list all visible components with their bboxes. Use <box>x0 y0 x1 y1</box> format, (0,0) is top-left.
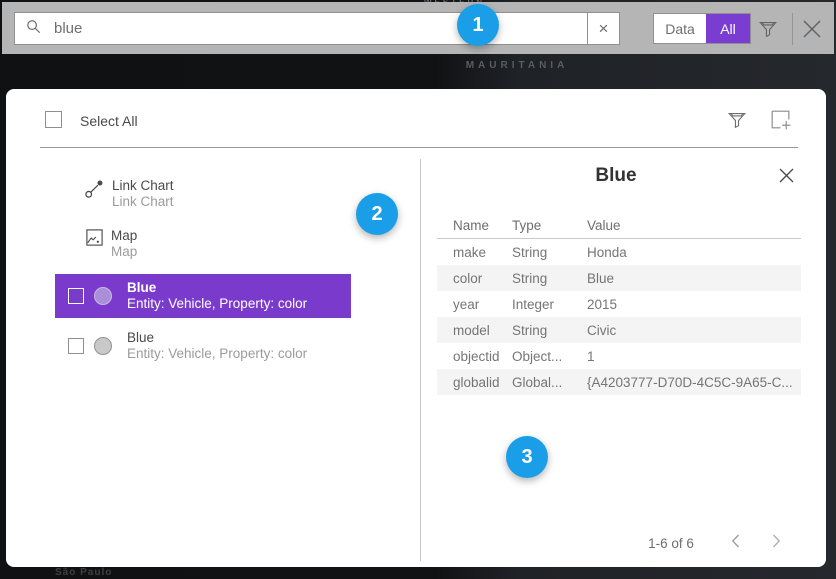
table-row: make String Honda <box>437 239 801 265</box>
result-item-blue[interactable]: Blue Entity: Vehicle, Property: color <box>55 324 351 368</box>
result-title: Blue <box>127 280 307 296</box>
map-label-mauritania: MAURITANIA <box>447 60 587 71</box>
result-subtitle: Link Chart <box>112 194 174 210</box>
table-row: color String Blue <box>437 265 801 291</box>
select-all-label: Select All <box>80 113 138 129</box>
chevron-left-icon[interactable] <box>731 534 740 553</box>
entity-dot-icon <box>94 337 112 355</box>
callout-number: 3 <box>521 446 532 469</box>
cell-name: color <box>437 271 512 286</box>
cell-type: String <box>512 323 587 338</box>
callout-badge-3: 3 <box>506 436 548 478</box>
scope-option-data[interactable]: Data <box>654 14 706 43</box>
result-item-blue-selected[interactable]: Blue Entity: Vehicle, Property: color <box>55 274 351 318</box>
cell-type: String <box>512 271 587 286</box>
result-checkbox[interactable] <box>68 338 84 354</box>
cell-type: Global... <box>512 375 587 390</box>
search-scope-toggle: Data All <box>653 13 751 44</box>
table-row: year Integer 2015 <box>437 291 801 317</box>
cell-value: Honda <box>587 245 801 260</box>
panel-header-divider <box>40 147 798 148</box>
callout-badge-2: 2 <box>356 193 398 235</box>
cell-name: objectid <box>437 349 512 364</box>
search-results-panel: Select All Link Chart Link Chart Map <box>6 89 826 567</box>
toolbar-divider <box>792 13 793 45</box>
cell-type: Object... <box>512 349 587 364</box>
map-icon <box>85 228 104 260</box>
result-subtitle: Entity: Vehicle, Property: color <box>127 346 307 362</box>
cell-name: year <box>437 297 512 312</box>
table-header-row: Name Type Value <box>437 212 801 239</box>
link-chart-icon <box>84 178 105 210</box>
callout-badge-1: 1 <box>457 4 499 46</box>
result-subtitle: Entity: Vehicle, Property: color <box>127 296 307 312</box>
callout-number: 1 <box>472 14 483 37</box>
column-header-name: Name <box>437 218 512 233</box>
cell-value: Civic <box>587 323 801 338</box>
chevron-right-icon[interactable] <box>772 534 781 553</box>
column-header-type: Type <box>512 218 587 233</box>
result-checkbox[interactable] <box>68 288 84 304</box>
callout-number: 2 <box>371 203 382 226</box>
results-filter-icon[interactable] <box>726 109 748 136</box>
clear-icon: × <box>599 19 609 39</box>
cell-value: 1 <box>587 349 801 364</box>
clear-search-button[interactable]: × <box>588 12 620 45</box>
cell-value: 2015 <box>587 297 801 312</box>
cell-name: model <box>437 323 512 338</box>
search-toolbar: × Data All <box>2 2 834 54</box>
cell-value: Blue <box>587 271 801 286</box>
detail-divider <box>420 159 421 561</box>
search-icon <box>26 19 41 39</box>
result-title: Link Chart <box>112 178 174 194</box>
detail-title: Blue <box>420 165 812 187</box>
result-title: Blue <box>127 330 307 346</box>
cell-type: String <box>512 245 587 260</box>
search-overlay-screen: WESTERN MAURITANIA São Paulo × Data All … <box>0 0 836 579</box>
result-item-link-chart[interactable]: Link Chart Link Chart <box>84 178 174 210</box>
cell-name: make <box>437 245 512 260</box>
column-header-value: Value <box>587 218 801 233</box>
entity-dot-icon <box>94 287 112 305</box>
result-title: Map <box>111 228 137 244</box>
attribute-table: Name Type Value make String Honda color … <box>437 212 801 395</box>
map-label-sao-paulo: São Paulo <box>55 567 112 578</box>
detail-close-icon[interactable] <box>778 167 795 189</box>
close-search-icon[interactable] <box>799 16 825 47</box>
filter-icon[interactable] <box>757 18 779 45</box>
scope-option-all[interactable]: All <box>706 14 750 43</box>
pagination-range: 1-6 of 6 <box>634 536 708 551</box>
cell-value: {A4203777-D70D-4C5C-9A65-C... <box>587 375 801 390</box>
table-row: globalid Global... {A4203777-D70D-4C5C-9… <box>437 369 801 395</box>
table-row: model String Civic <box>437 317 801 343</box>
select-all-checkbox[interactable] <box>45 111 62 128</box>
table-row: objectid Object... 1 <box>437 343 801 369</box>
cell-name: globalid <box>437 375 512 390</box>
result-subtitle: Map <box>111 244 137 260</box>
add-to-list-icon[interactable] <box>768 107 793 137</box>
cell-type: Integer <box>512 297 587 312</box>
search-box <box>14 12 588 45</box>
result-item-map[interactable]: Map Map <box>85 228 137 260</box>
